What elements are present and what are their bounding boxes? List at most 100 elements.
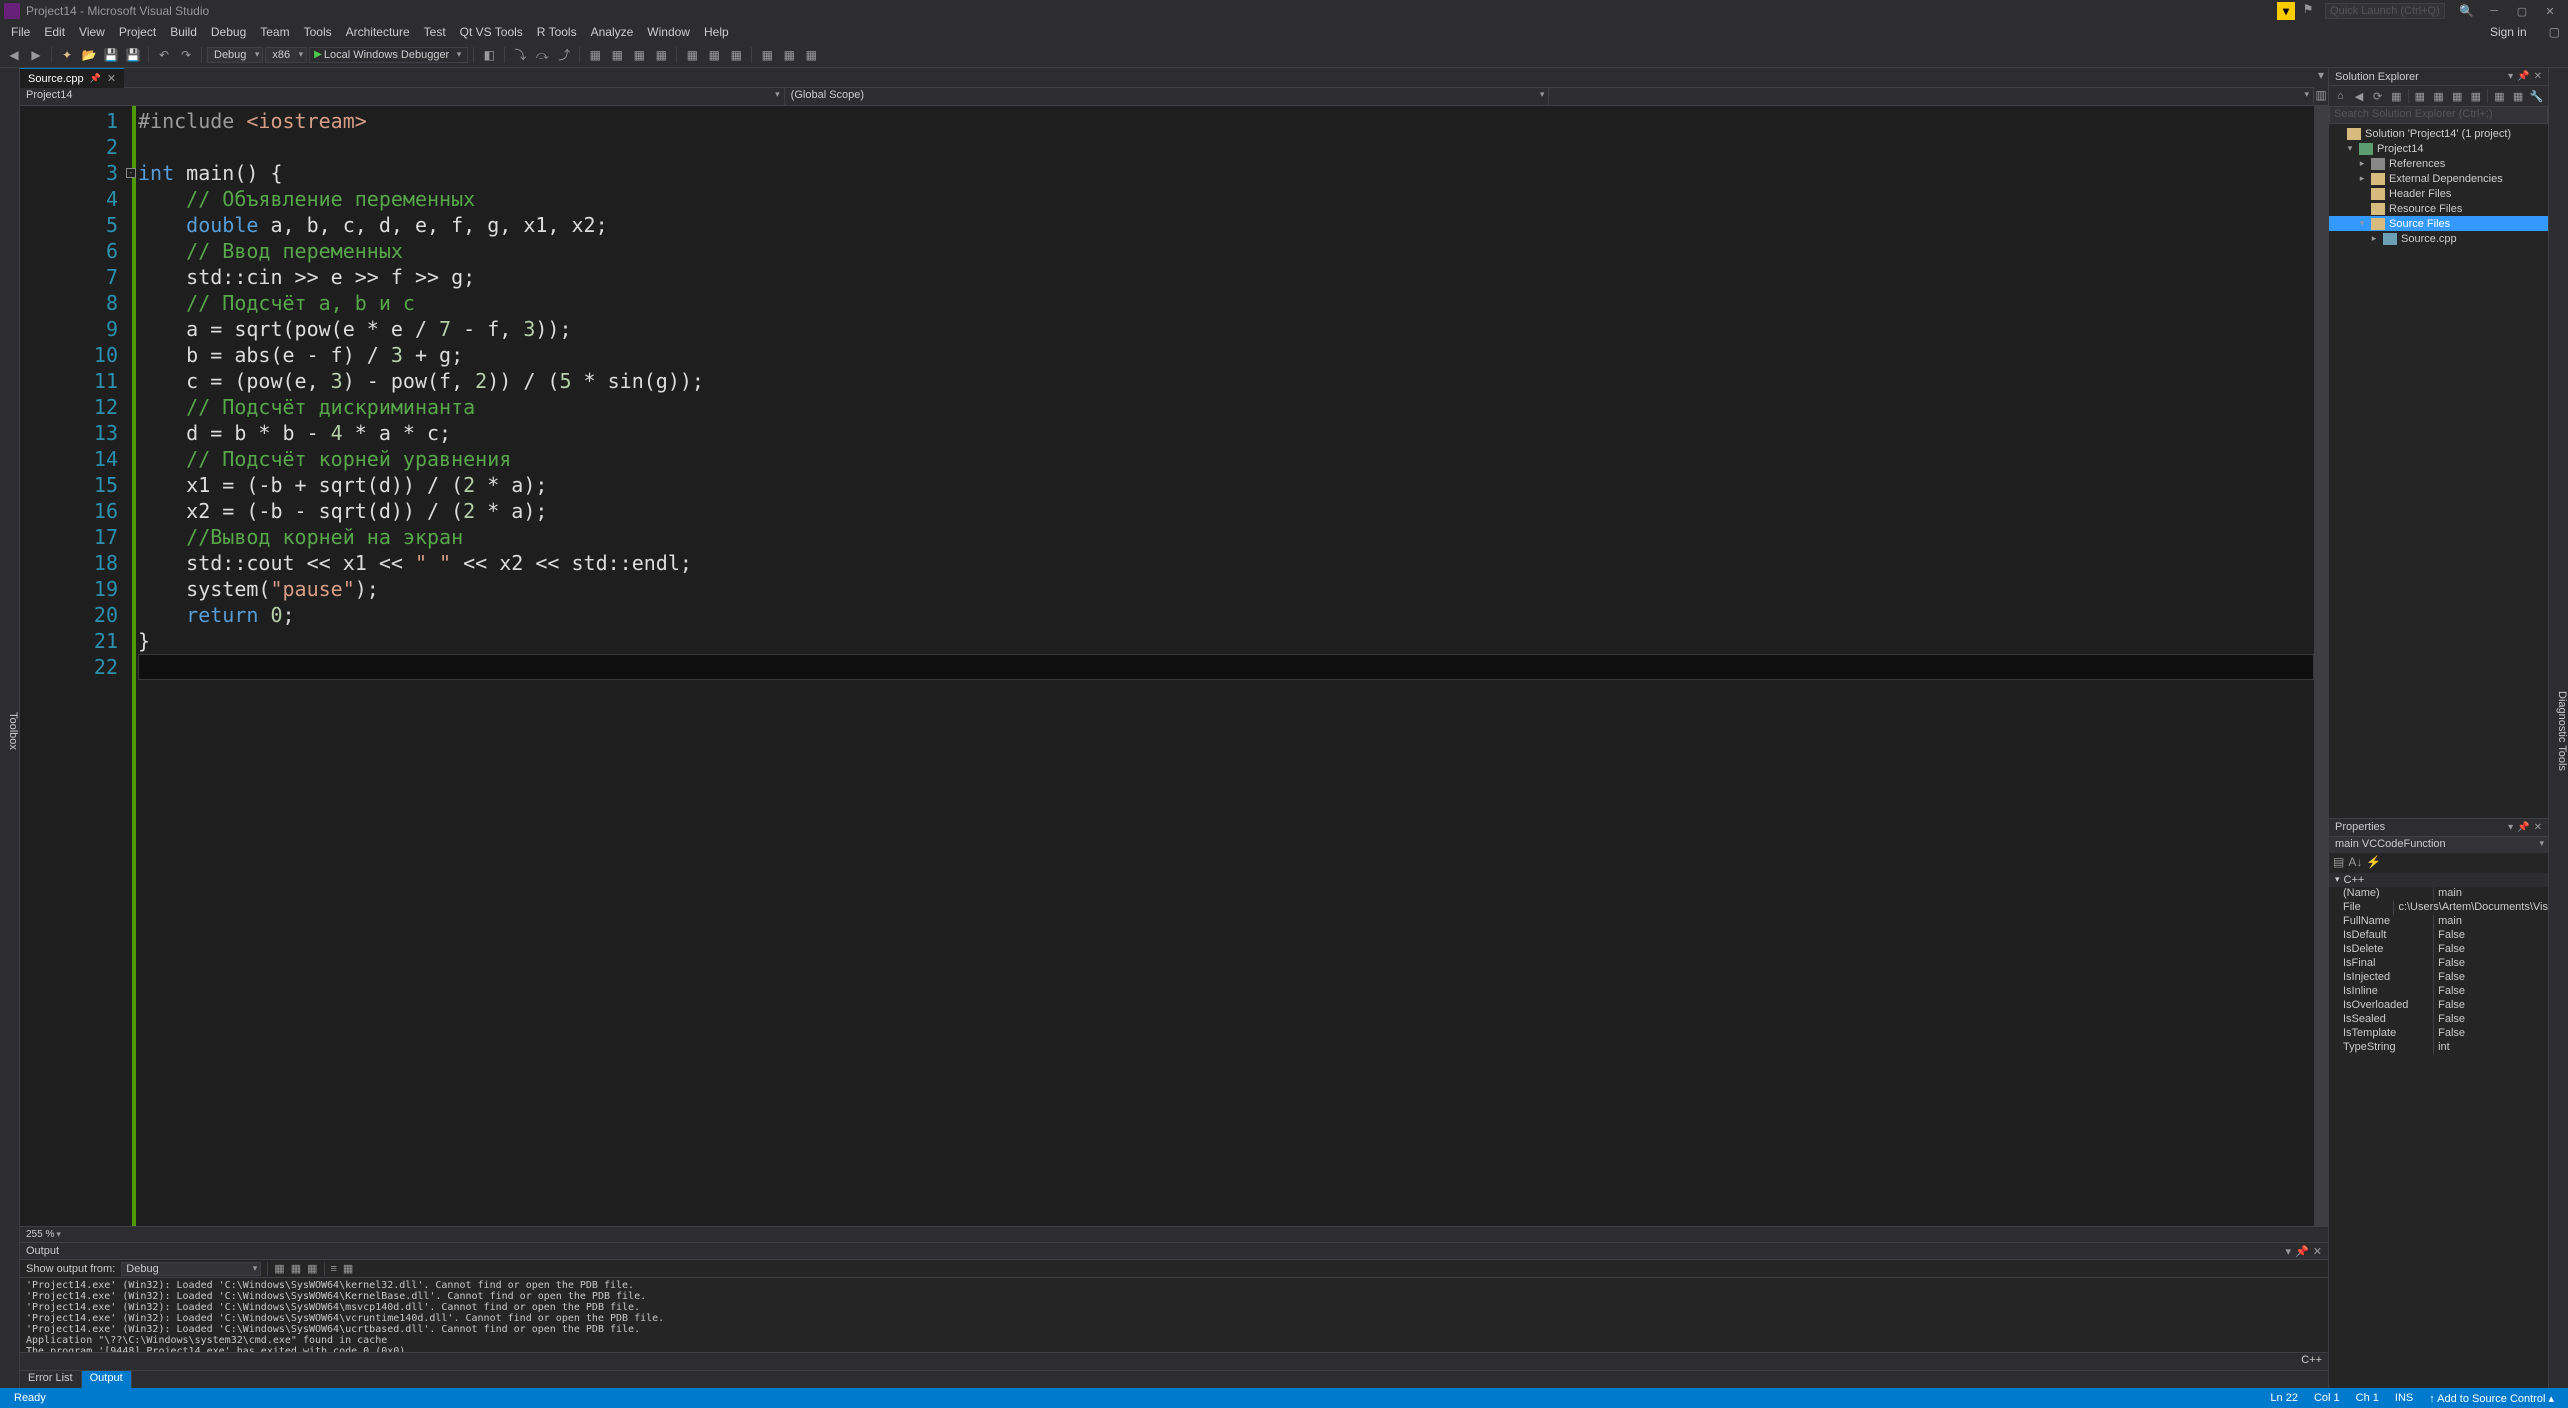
properties-object-combo[interactable]: main VCCodeFunction bbox=[2329, 837, 2548, 853]
menu-rtools[interactable]: R Tools bbox=[530, 23, 584, 41]
se-tb-icon-8[interactable]: 🔧 bbox=[2529, 90, 2544, 103]
redo-icon[interactable]: ↷ bbox=[176, 45, 196, 65]
search-icon[interactable]: 🔍 bbox=[2453, 4, 2480, 18]
zoom-level[interactable]: 255 % bbox=[26, 1229, 54, 1240]
output-tb-icon-1[interactable]: ▦ bbox=[274, 1262, 284, 1275]
step-over-icon[interactable]: ⤼ bbox=[532, 45, 552, 65]
se-tb-icon-6[interactable]: ▦ bbox=[2492, 90, 2507, 103]
platform-combo[interactable]: x86 bbox=[265, 47, 307, 63]
property-row[interactable]: IsSealedFalse bbox=[2329, 1013, 2548, 1027]
menu-analyze[interactable]: Analyze bbox=[584, 23, 641, 41]
tree-node[interactable]: Resource Files bbox=[2329, 201, 2548, 216]
menu-team[interactable]: Team bbox=[253, 23, 296, 41]
toolbar-icon-c[interactable]: ▦ bbox=[629, 45, 649, 65]
save-all-icon[interactable]: 💾 bbox=[123, 45, 143, 65]
menu-debug[interactable]: Debug bbox=[204, 23, 253, 41]
close-button[interactable]: ✕ bbox=[2536, 3, 2564, 20]
toolbar-icon-a[interactable]: ▦ bbox=[585, 45, 605, 65]
menu-qt[interactable]: Qt VS Tools bbox=[453, 23, 530, 41]
tree-node[interactable]: Header Files bbox=[2329, 186, 2548, 201]
property-row[interactable]: IsInjectedFalse bbox=[2329, 971, 2548, 985]
toolbar-icon-i[interactable]: ▦ bbox=[779, 45, 799, 65]
menu-tools[interactable]: Tools bbox=[297, 23, 339, 41]
undo-icon[interactable]: ↶ bbox=[154, 45, 174, 65]
se-back-icon[interactable]: ◀ bbox=[2352, 90, 2367, 103]
se-close-icon[interactable]: ✕ bbox=[2534, 71, 2542, 82]
config-combo[interactable]: Debug bbox=[207, 47, 263, 63]
tab-close-icon[interactable]: ✕ bbox=[107, 72, 116, 85]
vertical-scrollbar[interactable] bbox=[2314, 106, 2328, 1226]
menu-project[interactable]: Project bbox=[112, 23, 163, 41]
se-dropdown-icon[interactable]: ▾ bbox=[2508, 71, 2513, 82]
nav-project-combo[interactable]: Project14 bbox=[20, 88, 785, 105]
props-events-icon[interactable]: ⚡ bbox=[2366, 855, 2381, 871]
code-editor[interactable]: 12345678910111213141516171819202122 #inc… bbox=[20, 106, 2328, 1226]
menu-view[interactable]: View bbox=[72, 23, 112, 41]
new-project-icon[interactable]: ✦ bbox=[57, 45, 77, 65]
props-close-icon[interactable]: ✕ bbox=[2534, 822, 2542, 833]
tab-output[interactable]: Output bbox=[82, 1371, 132, 1388]
minimize-button[interactable]: ─ bbox=[2480, 3, 2508, 19]
tree-node[interactable]: Solution 'Project14' (1 project) bbox=[2329, 126, 2548, 141]
se-tb-icon-5[interactable]: ▦ bbox=[2469, 90, 2484, 103]
property-row[interactable]: IsDeleteFalse bbox=[2329, 943, 2548, 957]
menu-test[interactable]: Test bbox=[417, 23, 453, 41]
property-row[interactable]: FullNamemain bbox=[2329, 915, 2548, 929]
props-alpha-icon[interactable]: A↓ bbox=[2348, 855, 2362, 871]
toolbar-icon-d[interactable]: ▦ bbox=[651, 45, 671, 65]
toolbar-icon-e[interactable]: ▦ bbox=[682, 45, 702, 65]
feedback-flag-icon[interactable]: ⚑ bbox=[2299, 2, 2317, 20]
nav-scope-combo[interactable]: (Global Scope) bbox=[785, 88, 1550, 105]
nav-fwd-icon[interactable]: ▶ bbox=[26, 45, 46, 65]
document-tab-source[interactable]: Source.cpp 📌 ✕ bbox=[20, 68, 124, 88]
output-tb-icon-4[interactable]: ≡ bbox=[331, 1263, 337, 1275]
se-pin-icon[interactable]: 📌 bbox=[2517, 71, 2529, 82]
toolbar-icon-g[interactable]: ▦ bbox=[726, 45, 746, 65]
se-tb-icon-4[interactable]: ▦ bbox=[2450, 90, 2465, 103]
start-debug-button[interactable]: ▶ Local Windows Debugger bbox=[309, 47, 468, 63]
props-categorized-icon[interactable]: ▤ bbox=[2333, 855, 2344, 871]
tree-node[interactable]: ▸References bbox=[2329, 156, 2548, 171]
toolbar-icon-1[interactable]: ◧ bbox=[479, 45, 499, 65]
diagnostic-tools-tab[interactable]: Diagnostic Tools bbox=[2548, 68, 2568, 1388]
menu-file[interactable]: File bbox=[4, 23, 37, 41]
tree-node[interactable]: ▾Source Files bbox=[2329, 216, 2548, 231]
nav-back-icon[interactable]: ◀ bbox=[4, 45, 24, 65]
signin-dropdown-icon[interactable]: ▢ bbox=[2549, 25, 2564, 39]
property-row[interactable]: IsDefaultFalse bbox=[2329, 929, 2548, 943]
pin-icon[interactable]: 📌 bbox=[90, 73, 101, 84]
property-row[interactable]: Filec:\Users\Artem\Documents\Vis bbox=[2329, 901, 2548, 915]
solution-search-input[interactable]: Search Solution Explorer (Ctrl+;) bbox=[2329, 106, 2548, 124]
notification-badge-icon[interactable]: ▾ bbox=[2277, 2, 2295, 20]
output-text[interactable]: 'Project14.exe' (Win32): Loaded 'C:\Wind… bbox=[20, 1278, 2328, 1352]
se-tb-icon-3[interactable]: ▦ bbox=[2431, 90, 2446, 103]
se-tb-icon-7[interactable]: ▦ bbox=[2511, 90, 2526, 103]
code-content[interactable]: #include <iostream>-int main() { // Объя… bbox=[138, 106, 2314, 1226]
menu-edit[interactable]: Edit bbox=[37, 23, 72, 41]
property-row[interactable]: (Name)main bbox=[2329, 887, 2548, 901]
menu-architecture[interactable]: Architecture bbox=[339, 23, 417, 41]
menu-help[interactable]: Help bbox=[697, 23, 736, 41]
property-row[interactable]: TypeStringint bbox=[2329, 1041, 2548, 1055]
props-pin-icon[interactable]: 📌 bbox=[2517, 822, 2529, 833]
output-dropdown-icon[interactable]: ▾ bbox=[2286, 1245, 2292, 1258]
sign-in-link[interactable]: Sign in bbox=[2486, 25, 2531, 39]
output-tb-icon-5[interactable]: ▦ bbox=[343, 1262, 353, 1275]
step-out-icon[interactable]: ⤴ bbox=[554, 45, 574, 65]
open-file-icon[interactable]: 📂 bbox=[79, 45, 99, 65]
se-sync-icon[interactable]: ⟳ bbox=[2370, 90, 2385, 103]
toolbox-tab[interactable]: Toolbox bbox=[0, 68, 20, 1388]
menu-window[interactable]: Window bbox=[640, 23, 697, 41]
se-home-icon[interactable]: ⌂ bbox=[2333, 90, 2348, 102]
property-row[interactable]: IsTemplateFalse bbox=[2329, 1027, 2548, 1041]
tabwell-dropdown-icon[interactable]: ▾ bbox=[2314, 68, 2328, 88]
se-tb-icon-2[interactable]: ▦ bbox=[2413, 90, 2428, 103]
tab-error-list[interactable]: Error List bbox=[20, 1371, 82, 1388]
output-source-combo[interactable]: Debug bbox=[121, 1262, 261, 1276]
save-icon[interactable]: 💾 bbox=[101, 45, 121, 65]
tree-node[interactable]: ▾Project14 bbox=[2329, 141, 2548, 156]
properties-grid[interactable]: (Name)mainFilec:\Users\Artem\Documents\V… bbox=[2329, 887, 2548, 1389]
property-row[interactable]: IsOverloadedFalse bbox=[2329, 999, 2548, 1013]
quick-launch-input[interactable]: Quick Launch (Ctrl+Q) bbox=[2325, 3, 2445, 19]
toolbar-icon-f[interactable]: ▦ bbox=[704, 45, 724, 65]
